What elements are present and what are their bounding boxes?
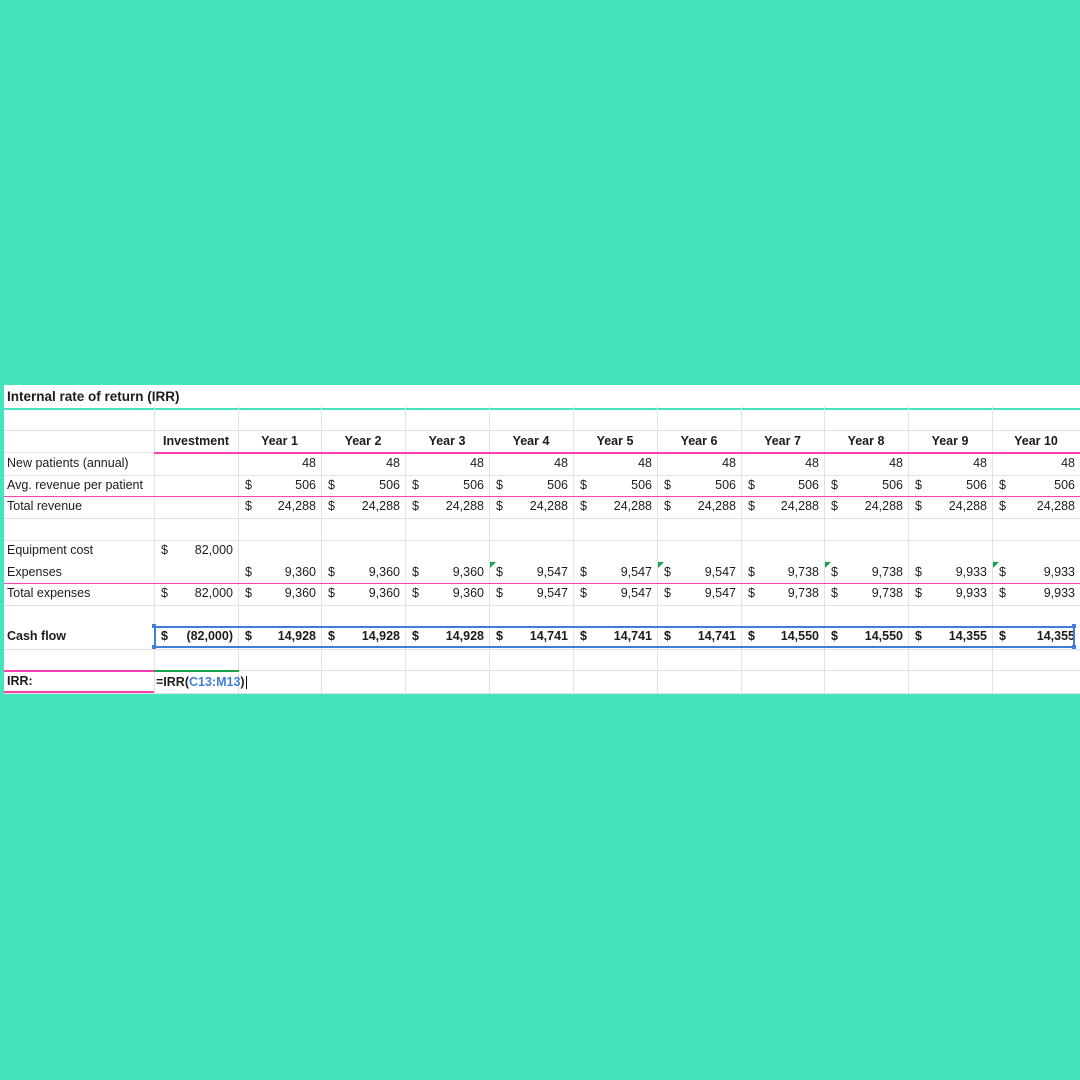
cell-total-revenue: 24,288 — [361, 499, 400, 513]
cell-avg-revenue: 506 — [631, 478, 652, 492]
grid-line — [4, 518, 1080, 519]
row-label-expenses: Expenses — [7, 565, 62, 579]
error-indicator-icon — [658, 562, 664, 568]
grid-line — [4, 605, 1080, 606]
cell-new-patients[interactable]: 48 — [489, 452, 568, 474]
cell-total-revenue: 24,288 — [445, 499, 484, 513]
row-label-total-revenue: Total revenue — [7, 499, 83, 513]
cell-avg-revenue: 506 — [882, 478, 903, 492]
spreadsheet: Internal rate of return (IRR) Investment… — [4, 385, 1080, 694]
column-header: Year 4 — [512, 434, 550, 448]
error-indicator-icon — [993, 562, 999, 568]
title-underline — [4, 408, 1080, 410]
cell-expenses: 9,360 — [284, 565, 316, 579]
column-header: Year 8 — [847, 434, 885, 448]
row-label-equipment-cost: Equipment cost — [7, 543, 94, 557]
cell-expenses: 9,738 — [871, 565, 903, 579]
cell-total-expenses-investment: 82,000 — [194, 586, 233, 600]
column-header: Year 9 — [931, 434, 969, 448]
cash-flow-selection[interactable] — [154, 626, 1075, 648]
cell-new-patients[interactable]: 48 — [824, 452, 903, 474]
row-label-cash-flow: Cash flow — [7, 629, 67, 643]
sheet-title: Internal rate of return (IRR) — [7, 389, 180, 404]
cell-total-expenses: 9,547 — [704, 586, 736, 600]
cell-expenses: 9,360 — [452, 565, 484, 579]
formula-prefix: =IRR( — [156, 675, 189, 689]
cell-avg-revenue: 506 — [1054, 478, 1075, 492]
cell-avg-revenue: 506 — [547, 478, 568, 492]
selection-handle[interactable] — [1072, 645, 1076, 649]
cell-new-patients[interactable]: 48 — [657, 452, 736, 474]
cell-total-revenue: 24,288 — [613, 499, 652, 513]
cell-avg-revenue: 506 — [966, 478, 987, 492]
column-header: Year 3 — [428, 434, 466, 448]
cell-total-revenue: 24,288 — [697, 499, 736, 513]
cell-new-patients[interactable]: 48 — [573, 452, 652, 474]
column-header: Year 10 — [1014, 434, 1058, 448]
cell-avg-revenue: 506 — [379, 478, 400, 492]
cell-total-expenses: 9,360 — [284, 586, 316, 600]
cell-expenses: 9,738 — [787, 565, 819, 579]
irr-label: IRR: — [7, 674, 33, 688]
row-label-new-patients: New patients (annual) — [7, 456, 129, 470]
column-header: Investment — [163, 434, 229, 448]
cell-total-revenue: 24,288 — [948, 499, 987, 513]
cell-total-revenue: 24,288 — [529, 499, 568, 513]
irr-formula-cell[interactable]: =IRR(C13:M13) — [154, 670, 247, 694]
cell-total-revenue: 24,288 — [277, 499, 316, 513]
cell-total-expenses: 9,360 — [368, 586, 400, 600]
column-header: Year 1 — [261, 434, 298, 448]
cell-expenses: 9,547 — [704, 565, 736, 579]
cell-total-expenses: 9,547 — [620, 586, 652, 600]
cell-total-revenue: 24,288 — [864, 499, 903, 513]
cell-total-expenses: 9,933 — [1043, 586, 1075, 600]
cell-total-expenses: 9,738 — [871, 586, 903, 600]
cell-new-patients[interactable]: 48 — [908, 452, 987, 474]
selection-handle[interactable] — [1072, 624, 1076, 628]
cell-total-revenue: 24,288 — [780, 499, 819, 513]
cell-total-expenses: 9,360 — [452, 586, 484, 600]
grid-line — [4, 649, 1080, 650]
column-header: Year 7 — [764, 434, 801, 448]
cell-avg-revenue: 506 — [295, 478, 316, 492]
cell-total-revenue: 24,288 — [1036, 499, 1075, 513]
column-header: Year 2 — [344, 434, 382, 448]
cell-expenses: 9,933 — [1043, 565, 1075, 579]
cell-equipment-cost: 82,000 — [194, 543, 233, 557]
error-indicator-icon — [490, 562, 496, 568]
formula-suffix: ) — [240, 675, 245, 689]
cell-avg-revenue: 506 — [715, 478, 736, 492]
row-label-avg-revenue: Avg. revenue per patient — [7, 478, 143, 492]
column-header: Year 6 — [680, 434, 718, 448]
row-label-total-expenses: Total expenses — [7, 586, 91, 600]
formula-range-ref: C13:M13 — [189, 675, 241, 689]
cell-expenses: 9,547 — [536, 565, 568, 579]
cell-new-patients[interactable]: 48 — [405, 452, 484, 474]
column-header: Year 5 — [596, 434, 634, 448]
cell-avg-revenue: 506 — [463, 478, 484, 492]
cell-total-expenses: 9,738 — [787, 586, 819, 600]
cell-new-patients[interactable]: 48 — [321, 452, 400, 474]
cell-new-patients[interactable]: 48 — [741, 452, 819, 474]
cell-expenses: 9,360 — [368, 565, 400, 579]
cell-total-expenses: 9,547 — [536, 586, 568, 600]
cell-new-patients[interactable]: 48 — [238, 452, 316, 474]
cell-expenses: 9,933 — [955, 565, 987, 579]
error-indicator-icon — [825, 562, 831, 568]
cell-new-patients[interactable]: 48 — [992, 452, 1075, 474]
cell-total-expenses: 9,933 — [955, 586, 987, 600]
selection-handle[interactable] — [152, 645, 156, 649]
irr-formula[interactable]: =IRR(C13:M13) — [156, 671, 247, 693]
selection-handle[interactable] — [152, 624, 156, 628]
cell-expenses: 9,547 — [620, 565, 652, 579]
text-cursor — [245, 676, 247, 690]
cell-avg-revenue: 506 — [798, 478, 819, 492]
